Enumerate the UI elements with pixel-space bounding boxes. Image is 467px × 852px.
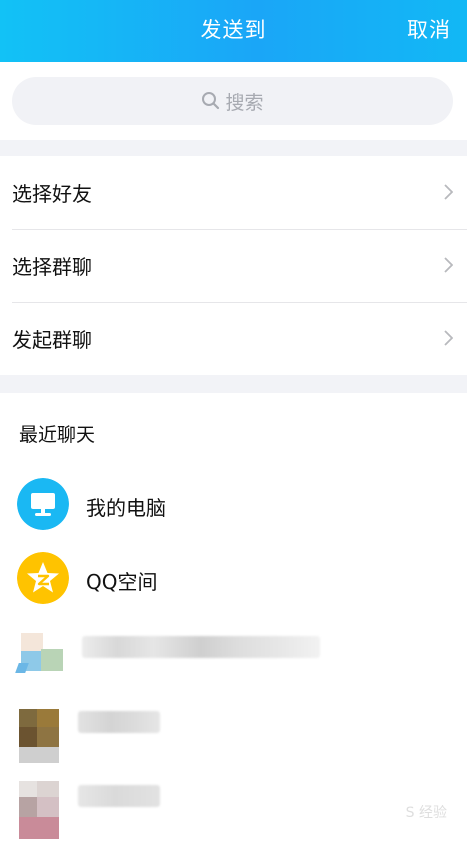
blurred-avatar	[15, 629, 69, 681]
start-group-chat-label: 发起群聊	[12, 328, 92, 352]
page-title: 发送到	[200, 18, 267, 42]
chevron-right-icon	[444, 257, 453, 273]
blurred-avatar	[17, 703, 69, 763]
watermark: S 经验	[405, 805, 447, 821]
blurred-avatar	[17, 777, 69, 839]
search-placeholder: 搜索	[225, 91, 264, 114]
search-icon	[202, 92, 220, 110]
select-friend-item[interactable]: 选择好友	[0, 156, 467, 229]
blurred-name	[82, 636, 320, 658]
search-input[interactable]: 搜索	[12, 77, 453, 125]
recent-chats: 最近聊天 我的电脑 QQ空间 S 经验	[0, 393, 467, 852]
contact-my-computer[interactable]: 我的电脑	[0, 468, 467, 538]
chevron-right-icon	[444, 184, 453, 200]
title-bar: 发送到 取消	[0, 0, 467, 62]
select-friend-label: 选择好友	[12, 182, 92, 206]
contact-name: QQ空间	[86, 570, 158, 594]
start-group-chat-item[interactable]: 发起群聊	[0, 302, 467, 375]
contact-qq-zone[interactable]: QQ空间	[0, 542, 467, 612]
recent-chats-title: 最近聊天	[19, 424, 96, 446]
qzone-star-icon	[17, 552, 69, 604]
contact-blurred[interactable]	[0, 767, 467, 839]
section-divider	[0, 375, 467, 393]
chevron-right-icon	[444, 330, 453, 346]
cancel-button[interactable]: 取消	[407, 14, 451, 44]
select-menu: 选择好友 选择群聊 发起群聊	[0, 156, 467, 375]
blurred-name	[78, 785, 160, 807]
select-group-label: 选择群聊	[12, 255, 92, 279]
contact-blurred[interactable]	[0, 693, 467, 763]
contact-blurred[interactable]	[0, 619, 467, 689]
select-group-item[interactable]: 选择群聊	[0, 229, 467, 302]
blurred-name	[78, 711, 160, 733]
search-section: 搜索	[0, 62, 467, 140]
contact-name: 我的电脑	[86, 496, 166, 520]
section-divider	[0, 140, 467, 156]
computer-icon	[17, 478, 69, 530]
